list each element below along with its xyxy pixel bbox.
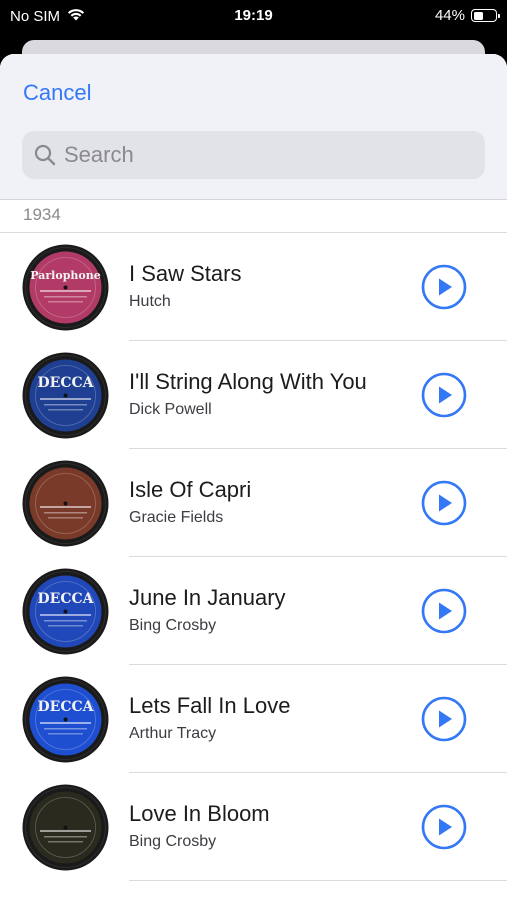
section-header-year: 1934 — [0, 200, 507, 233]
track-text: I'll String Along With You Dick Powell — [129, 369, 367, 419]
search-input[interactable] — [64, 142, 444, 168]
play-button[interactable] — [421, 372, 467, 418]
song-picker-sheet: Cancel 1934 — [0, 54, 507, 900]
track-artist: Bing Crosby — [129, 833, 217, 850]
record-label-text: DECCA — [38, 375, 95, 391]
play-button[interactable] — [421, 264, 467, 310]
track-artist: Arthur Tracy — [129, 725, 217, 742]
track-text: Love In Bloom Bing Crosby — [129, 801, 270, 851]
play-button[interactable] — [421, 804, 467, 850]
track-text: I Saw Stars Hutch — [129, 261, 241, 311]
track-text: June In January Bing Crosby — [129, 585, 286, 635]
track-row[interactable]: DECCA Lets Fall In Love Arthur Tracy — [0, 665, 507, 773]
record-artwork-icon: DECCA — [22, 676, 109, 763]
record-artwork-icon — [22, 784, 109, 871]
record-artwork-icon: Parlophone — [22, 244, 109, 331]
track-text: Lets Fall In Love Arthur Tracy — [129, 693, 290, 743]
track-title: Love In Bloom — [129, 801, 270, 826]
track-title: Isle Of Capri — [129, 477, 252, 502]
record-label-text: Parlophone — [30, 269, 100, 282]
play-circle-icon — [421, 588, 467, 634]
search-icon — [32, 142, 58, 168]
battery-fill — [473, 11, 483, 20]
track-list: Parlophone I Saw Stars Hutch DECCA I'll Str… — [0, 233, 507, 881]
track-row[interactable]: DECCA June In January Bing Crosby — [0, 557, 507, 665]
track-title: June In January — [129, 585, 286, 610]
record-label-text: DECCA — [38, 591, 95, 607]
track-artist: Gracie Fields — [129, 509, 224, 526]
status-time: 19:19 — [234, 7, 273, 24]
record-artwork-icon: DECCA — [22, 568, 109, 655]
sheet-header: Cancel — [0, 54, 507, 200]
play-circle-icon — [421, 696, 467, 742]
status-right: 44% — [434, 7, 500, 24]
play-circle-icon — [421, 372, 467, 418]
track-row[interactable]: Isle Of Capri Gracie Fields — [0, 449, 507, 557]
record-artwork-icon: DECCA — [22, 352, 109, 439]
track-artist: Hutch — [129, 293, 171, 310]
battery-percent: 44% — [434, 7, 465, 24]
track-artist: Bing Crosby — [129, 617, 217, 634]
track-row[interactable]: DECCA I'll String Along With You Dick Powe… — [0, 341, 507, 449]
track-text: Isle Of Capri Gracie Fields — [129, 477, 251, 527]
search-bar[interactable] — [22, 131, 485, 179]
track-title: I'll String Along With You — [129, 369, 367, 394]
track-title: I Saw Stars — [129, 261, 242, 286]
play-circle-icon — [421, 804, 467, 850]
cancel-button[interactable]: Cancel — [23, 80, 91, 106]
play-button[interactable] — [421, 588, 467, 634]
record-artwork-icon — [22, 460, 109, 547]
play-button[interactable] — [421, 696, 467, 742]
status-bar: No SIM 19:19 44% — [0, 0, 507, 32]
record-label-text: DECCA — [38, 699, 95, 715]
screen: No SIM 19:19 44% Cancel Search 1934 Parl… — [0, 0, 507, 900]
track-row[interactable]: Love In Bloom Bing Crosby — [0, 773, 507, 881]
track-title: Lets Fall In Love — [129, 693, 291, 718]
track-artist: Dick Powell — [129, 401, 212, 418]
play-button[interactable] — [421, 480, 467, 526]
play-circle-icon — [421, 480, 467, 526]
track-row[interactable]: Parlophone I Saw Stars Hutch — [0, 233, 507, 341]
battery-icon — [471, 9, 500, 22]
play-circle-icon — [421, 264, 467, 310]
